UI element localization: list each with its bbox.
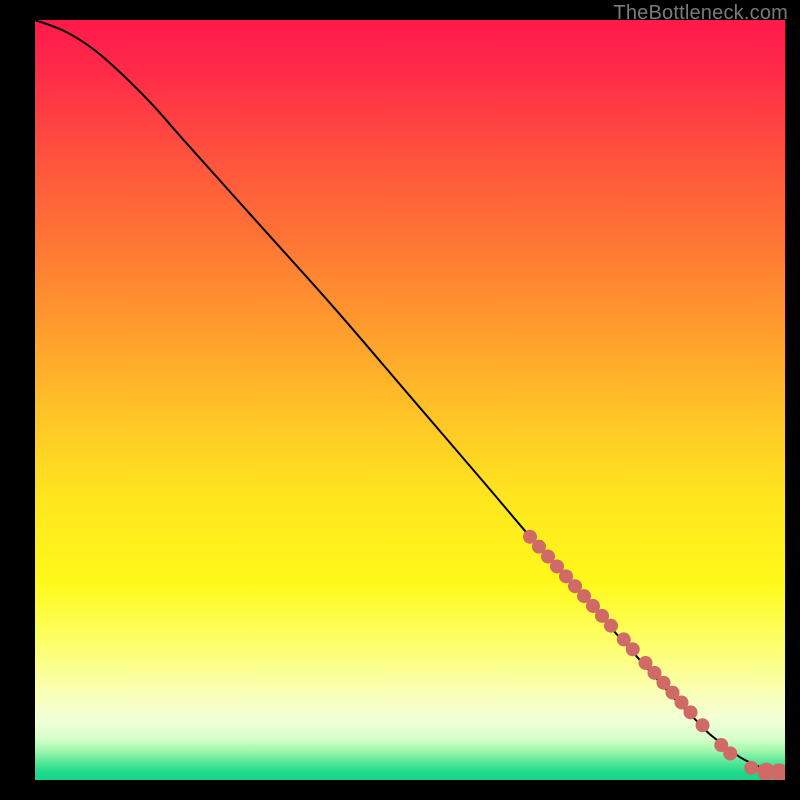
data-marker [604, 619, 618, 633]
watermark-text: TheBottleneck.com [613, 2, 788, 25]
data-marker [744, 761, 758, 775]
data-marker [696, 718, 710, 732]
chart-svg [35, 20, 785, 780]
data-marker [626, 642, 640, 656]
data-marker [684, 705, 698, 719]
gradient-background [35, 20, 785, 780]
chart-stage: TheBottleneck.com [0, 0, 800, 800]
data-marker [723, 746, 737, 760]
plot-area [35, 20, 785, 780]
